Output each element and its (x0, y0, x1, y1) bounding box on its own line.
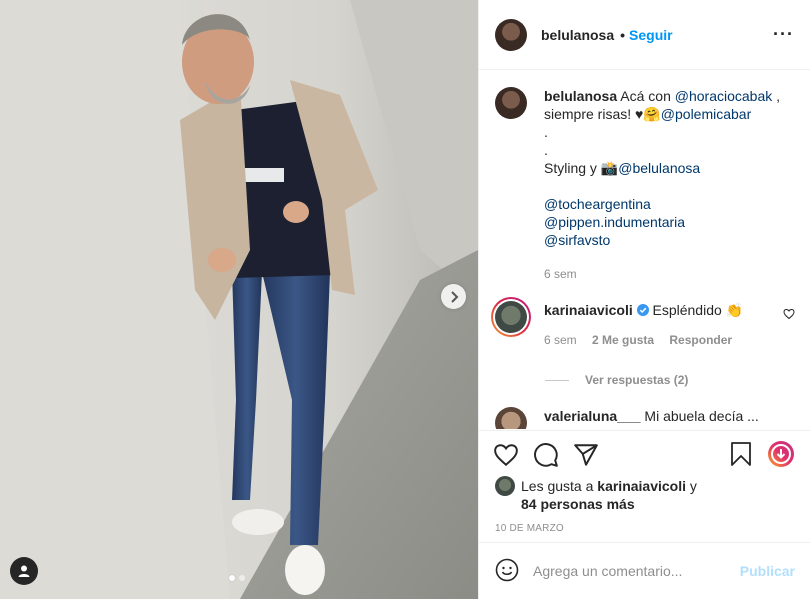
carousel-dot-active (229, 575, 235, 581)
comment-text: Espléndido 👏 (652, 302, 744, 318)
caption-text: , (776, 88, 781, 104)
caption-text: Acá con (620, 88, 671, 104)
mention-link[interactable]: @horaciocabak (675, 88, 773, 104)
like-button[interactable] (493, 442, 519, 468)
post-header: belulanosa • Seguir ··· (479, 0, 810, 70)
verified-icon (636, 304, 649, 316)
author-avatar[interactable] (495, 18, 527, 51)
comment-icon (534, 443, 558, 467)
reply-button[interactable]: Responder (669, 333, 732, 347)
commenter-username[interactable]: karinaiavicoli (544, 302, 633, 318)
mention-link[interactable]: @tocheargentina (544, 195, 795, 213)
carousel-dot (239, 575, 245, 581)
publish-button[interactable]: Publicar (740, 563, 795, 579)
mention-link[interactable]: @belulanosa (618, 160, 700, 176)
more-options-button[interactable]: ··· (773, 24, 794, 45)
caption-dot: . (544, 142, 548, 158)
comments-list[interactable]: belulanosa Acá con @horaciocabak , siemp… (479, 71, 810, 429)
caption: belulanosa Acá con @horaciocabak , siemp… (495, 87, 795, 283)
commenter-username[interactable]: valerialuna___ (544, 408, 641, 424)
action-bar (493, 431, 795, 479)
post-side-panel: belulanosa • Seguir ··· belulanosa Acá c… (478, 0, 810, 599)
header-separator: • (620, 26, 626, 43)
mention-link[interactable]: @sirfavsto (544, 231, 795, 249)
likes-suffix: y (689, 478, 697, 494)
caption-text: Styling y (544, 160, 597, 176)
hug-emoji: 🤗 (643, 106, 661, 122)
caption-dot: . (544, 124, 548, 140)
caption-avatar[interactable] (495, 87, 527, 119)
comment-likes[interactable]: 2 Me gusta (592, 333, 654, 347)
share-icon (574, 444, 598, 466)
liker-username[interactable]: karinaiavicoli (597, 478, 686, 494)
heart-icon (783, 308, 795, 320)
post-actions: Les gusta a karinaiavicoli y 84 personas… (479, 430, 810, 534)
camera-emoji: 📸 (600, 160, 619, 176)
view-replies-label: Ver respuestas (2) (585, 373, 689, 387)
comment-item: karinaiavicoli Espléndido 👏 6 sem 2 Me g… (491, 297, 795, 349)
commenter-avatar (495, 301, 527, 333)
comment-text: Mi abuela decía ... (644, 408, 759, 424)
share-button[interactable] (573, 442, 599, 468)
post-date[interactable]: 10 de marzo (495, 523, 795, 534)
commenter-avatar[interactable] (495, 407, 527, 429)
comment-button[interactable] (533, 442, 559, 468)
comment-input[interactable]: Agrega un comentario... (533, 563, 740, 579)
heart-icon (494, 444, 518, 467)
post-photo[interactable] (0, 0, 478, 599)
follow-button[interactable]: Seguir (629, 27, 673, 43)
comment-time[interactable]: 6 sem (544, 333, 577, 347)
likes-count[interactable]: 84 personas más (521, 496, 635, 512)
story-ring[interactable] (491, 297, 531, 337)
save-button[interactable] (729, 441, 753, 470)
photo-scene (0, 0, 478, 599)
mention-link[interactable]: @polemicabar (661, 106, 751, 122)
igtv-icon (768, 440, 794, 467)
reply-divider (545, 379, 569, 381)
likes-prefix: Les gusta a (521, 478, 594, 494)
next-arrow-icon (450, 290, 458, 303)
liker-avatar[interactable] (495, 476, 515, 496)
author-username[interactable]: belulanosa (541, 27, 614, 43)
emoji-button[interactable] (495, 558, 519, 585)
likes-summary: Les gusta a karinaiavicoli y 84 personas… (495, 476, 795, 513)
user-tag-icon (18, 565, 30, 577)
view-replies-button[interactable]: Ver respuestas (2) (545, 373, 795, 387)
emoji-icon (495, 558, 519, 581)
mention-link[interactable]: @pippen.indumentaria (544, 213, 795, 231)
caption-text: siempre risas! ♥ (544, 106, 644, 122)
add-comment-bar: Agrega un comentario... Publicar (479, 542, 810, 599)
comment-item: valerialuna___ Mi abuela decía ... (495, 407, 795, 429)
caption-time[interactable]: 6 sem (544, 267, 577, 281)
bookmark-icon (731, 441, 751, 466)
igtv-button[interactable] (767, 440, 795, 471)
next-photo-button[interactable] (441, 284, 466, 309)
carousel-dots (229, 575, 245, 581)
user-tags-button[interactable] (10, 557, 38, 585)
comment-like-button[interactable] (783, 307, 795, 349)
caption-username[interactable]: belulanosa (544, 88, 617, 104)
